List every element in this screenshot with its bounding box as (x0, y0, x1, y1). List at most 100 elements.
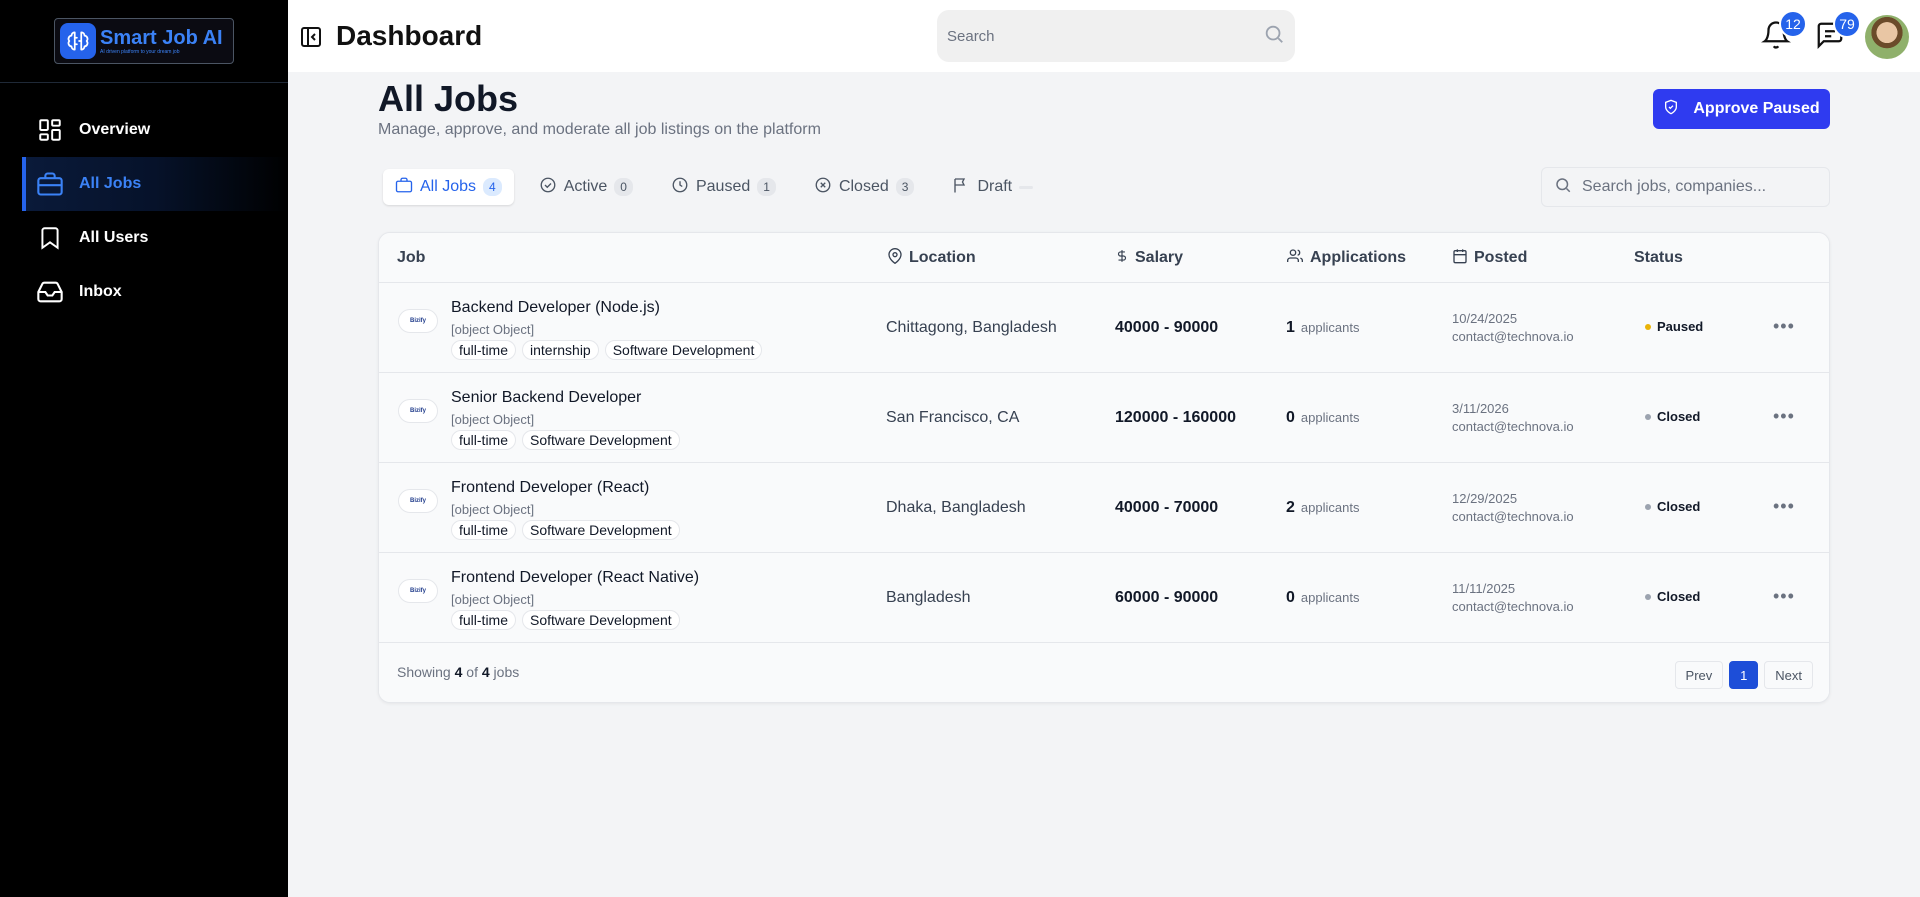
map-pin-icon (887, 247, 903, 269)
sidebar-nav: Overview All Jobs All Users Inbox (0, 103, 288, 319)
job-tag: Software Development (522, 520, 680, 540)
showing-of: of (466, 664, 478, 680)
approve-paused-label: Approve Paused (1693, 100, 1820, 117)
job-title[interactable]: Frontend Developer (React) (451, 479, 649, 497)
column-status[interactable]: Status (1634, 233, 1683, 283)
column-salary[interactable]: Salary (1115, 233, 1183, 283)
briefcase-icon (36, 170, 64, 198)
table-row[interactable]: Bizify Frontend Developer (React) [objec… (379, 463, 1829, 553)
column-job[interactable]: Job (397, 233, 425, 283)
table-row[interactable]: Bizify Frontend Developer (React Native)… (379, 553, 1829, 643)
sidebar-item-label: All Users (79, 229, 149, 246)
posted-email: contact@technova.io (1452, 599, 1574, 614)
job-salary: 120000 - 160000 (1115, 409, 1236, 426)
job-tag: full-time (451, 340, 517, 360)
column-label: Applications (1310, 249, 1407, 266)
sidebar-item-label: Inbox (79, 283, 122, 300)
company-name: [object Object] (451, 592, 535, 607)
posted-date: 10/24/2025 (1452, 311, 1518, 326)
logo-area: Smart Job AI AI driven platform to your … (0, 0, 288, 83)
more-actions-icon[interactable]: ••• (1773, 316, 1795, 337)
column-label: Location (909, 249, 976, 266)
flag-icon (952, 176, 970, 199)
job-location: Chittagong, Bangladesh (886, 319, 1057, 336)
posted-date: 3/11/2026 (1452, 401, 1509, 416)
status-label: Paused (1657, 319, 1704, 334)
table-header: Job Location Salary Applications Posted … (379, 233, 1829, 283)
applicants-label: applicants (1300, 410, 1360, 425)
applications-count: 2 (1286, 499, 1295, 516)
shield-check-icon (1663, 99, 1679, 120)
approve-paused-button[interactable]: Approve Paused (1653, 89, 1830, 129)
job-location: Dhaka, Bangladesh (886, 499, 1026, 516)
table-row[interactable]: Bizify Backend Developer (Node.js) [obje… (379, 283, 1829, 373)
company-name: [object Object] (451, 322, 535, 337)
job-tags: full-time internship Software Developmen… (451, 340, 763, 360)
job-applications: 2 applicants (1286, 499, 1359, 517)
applications-count: 0 (1286, 409, 1295, 426)
job-tag: full-time (451, 610, 517, 630)
applicants-label: applicants (1300, 590, 1360, 605)
inbox-icon (36, 278, 64, 306)
posted-email: contact@technova.io (1452, 419, 1574, 434)
tab-paused[interactable]: Paused 1 (658, 169, 789, 205)
tab-active[interactable]: Active 0 (526, 169, 646, 205)
sidebar-item-all-users[interactable]: All Users (0, 211, 288, 265)
showing-suffix: jobs (493, 664, 520, 680)
job-title[interactable]: Backend Developer (Node.js) (451, 299, 660, 317)
job-title[interactable]: Frontend Developer (React Native) (451, 569, 699, 587)
column-location[interactable]: Location (887, 233, 976, 283)
column-label: Salary (1135, 249, 1184, 266)
table-body: Bizify Backend Developer (Node.js) [obje… (379, 283, 1829, 643)
job-location: Bangladesh (886, 589, 971, 606)
job-applications: 1 applicants (1286, 319, 1359, 337)
column-posted[interactable]: Posted (1452, 233, 1527, 283)
tab-label: Draft (977, 178, 1013, 195)
global-search-input[interactable] (947, 27, 1263, 45)
brain-icon (60, 23, 96, 59)
top-header: Dashboard 12 79 (288, 0, 1920, 72)
sidebar-item-all-jobs[interactable]: All Jobs (22, 157, 288, 211)
job-title[interactable]: Senior Backend Developer (451, 389, 641, 407)
messages-button[interactable]: 79 (1815, 10, 1861, 52)
more-actions-icon[interactable]: ••• (1773, 496, 1795, 517)
prev-page-button[interactable]: Prev (1674, 661, 1724, 689)
applications-count: 0 (1286, 589, 1295, 606)
sidebar-item-label: Overview (79, 121, 151, 138)
tab-label: All Jobs (420, 178, 477, 195)
next-page-button[interactable]: Next (1764, 661, 1813, 689)
column-label: Job (397, 249, 426, 266)
job-tag: full-time (451, 430, 517, 450)
applications-count: 1 (1286, 319, 1295, 336)
job-posted: 10/24/2025 contact@technova.io (1452, 310, 1574, 346)
check-circle-icon (539, 176, 557, 199)
page-subtitle: Manage, approve, and moderate all job li… (378, 121, 821, 138)
company-logo: Bizify (398, 579, 438, 603)
column-applications[interactable]: Applications (1286, 233, 1406, 283)
applicants-label: applicants (1300, 320, 1360, 335)
job-salary: 60000 - 90000 (1115, 589, 1219, 606)
sidebar-item-inbox[interactable]: Inbox (0, 265, 288, 319)
showing-prefix: Showing (397, 664, 451, 680)
tab-draft[interactable]: Draft (939, 169, 1046, 205)
job-search-input[interactable] (1582, 178, 1817, 196)
job-tags: full-time Software Development (451, 520, 680, 540)
page-button-current[interactable]: 1 (1729, 661, 1759, 689)
search-icon (1554, 176, 1572, 199)
search-icon[interactable] (1263, 23, 1285, 50)
job-tag: Software Development (522, 430, 680, 450)
tab-all-jobs[interactable]: All Jobs 4 (383, 169, 514, 205)
column-label: Status (1634, 249, 1683, 266)
avatar[interactable] (1865, 15, 1909, 59)
sidebar-toggle-icon[interactable] (299, 25, 323, 49)
status-dot (1645, 413, 1651, 420)
tab-count: 1 (757, 178, 776, 196)
job-search (1541, 167, 1830, 207)
more-actions-icon[interactable]: ••• (1773, 586, 1795, 607)
more-actions-icon[interactable]: ••• (1773, 406, 1795, 427)
notifications-button[interactable]: 12 (1761, 10, 1807, 52)
sidebar-item-overview[interactable]: Overview (0, 103, 288, 157)
tab-closed[interactable]: Closed 3 (801, 169, 928, 205)
table-row[interactable]: Bizify Senior Backend Developer [object … (379, 373, 1829, 463)
brand-logo[interactable]: Smart Job AI AI driven platform to your … (54, 18, 234, 64)
